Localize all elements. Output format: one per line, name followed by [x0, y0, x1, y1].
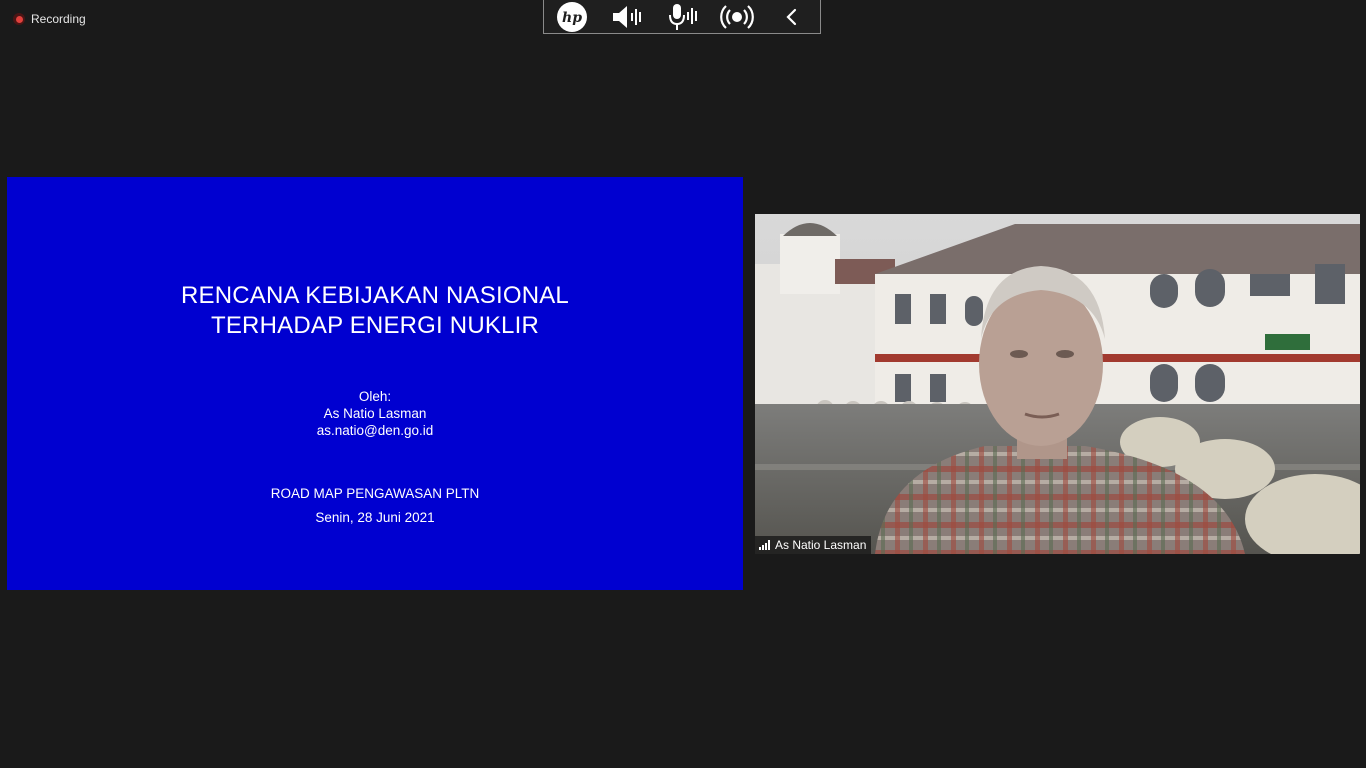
event-date: Senin, 28 Juni 2021	[315, 510, 435, 525]
presenter-name: As Natio Lasman	[323, 406, 427, 421]
microphone-icon[interactable]	[662, 1, 702, 33]
hp-logo-icon[interactable]: hp	[552, 1, 592, 33]
event-name: ROAD MAP PENGAWASAN PLTN	[270, 486, 480, 501]
recording-label: Recording	[31, 12, 86, 26]
participant-video[interactable]: As Natio Lasman	[755, 214, 1360, 554]
broadcast-icon[interactable]	[717, 1, 757, 33]
participant-name-tag: As Natio Lasman	[755, 536, 872, 554]
chevron-left-icon[interactable]	[772, 1, 812, 33]
video-frame	[755, 214, 1360, 554]
presenter-email: as.natio@den.go.id	[316, 423, 434, 438]
participant-name: As Natio Lasman	[775, 538, 867, 552]
presenter-block: Oleh: As Natio Lasman as.natio@den.go.id	[7, 388, 743, 439]
speaker-icon[interactable]	[607, 1, 647, 33]
slide-title: RENCANA KEBIJAKAN NASIONAL TERHADAP ENER…	[7, 281, 743, 341]
slide-title-line-2: TERHADAP ENERGI NUKLIR	[210, 312, 540, 339]
recording-indicator[interactable]: Recording	[13, 12, 86, 26]
slide-title-line-1: RENCANA KEBIJAKAN NASIONAL	[181, 282, 569, 309]
by-label: Oleh:	[358, 389, 392, 404]
record-icon	[13, 13, 25, 25]
shared-slide: RENCANA KEBIJAKAN NASIONAL TERHADAP ENER…	[7, 177, 743, 590]
svg-text:hp: hp	[562, 10, 582, 26]
event-block: ROAD MAP PENGAWASAN PLTN Senin, 28 Juni …	[7, 482, 743, 530]
signal-strength-icon	[759, 540, 770, 550]
hp-audio-toolbar: hp	[543, 0, 821, 34]
